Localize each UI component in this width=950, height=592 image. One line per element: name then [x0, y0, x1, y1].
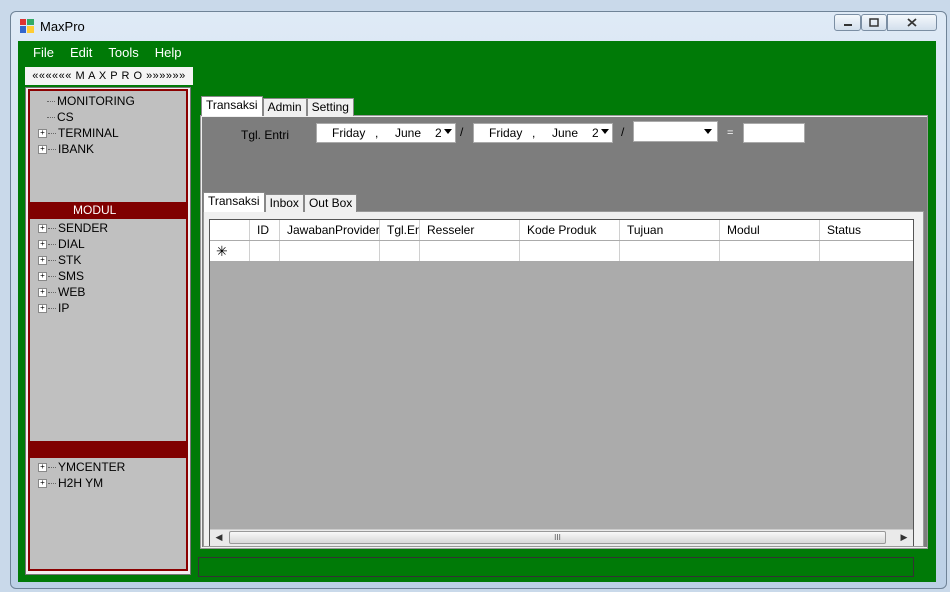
close-icon — [907, 18, 917, 27]
tree-bottom: + YMCENTER + H2H YM — [28, 458, 188, 571]
grid-new-row[interactable]: ✳ — [210, 241, 913, 262]
tree-item-terminal[interactable]: + TERMINAL — [38, 125, 119, 141]
tree-item-ip[interactable]: + IP — [38, 300, 69, 316]
menu-bar: File Edit Tools Help — [18, 44, 189, 62]
grid-header-status[interactable]: Status — [820, 220, 913, 240]
menu-tools[interactable]: Tools — [100, 44, 146, 62]
tree-item-sms[interactable]: + SMS — [38, 268, 84, 284]
maxpro-banner: «««««« M A X P R O »»»»»» — [25, 67, 193, 85]
tree-item-ymcenter[interactable]: + YMCENTER — [38, 459, 125, 475]
restore-button[interactable] — [861, 14, 887, 31]
equals-sign: = — [727, 127, 734, 139]
tree-item-web[interactable]: + WEB — [38, 284, 85, 300]
date-weekday: Friday — [489, 126, 523, 140]
expand-icon[interactable]: + — [38, 144, 47, 154]
result-field[interactable] — [743, 123, 805, 143]
expand-icon[interactable]: + — [38, 478, 47, 488]
expand-icon[interactable]: + — [38, 462, 47, 472]
grid-cell[interactable] — [720, 241, 820, 261]
expand-icon[interactable]: + — [38, 303, 47, 313]
inner-tab-strip: Transaksi Inbox Out Box — [203, 192, 358, 212]
grid-header-jawabanprovider[interactable]: JawabanProvider — [280, 220, 380, 240]
grid-cell[interactable] — [280, 241, 380, 261]
tree-item-dial[interactable]: + DIAL — [38, 236, 85, 252]
tab-transaksi[interactable]: Transaksi — [201, 96, 263, 116]
scroll-thumb[interactable]: III — [229, 531, 886, 544]
grid-cell[interactable] — [820, 241, 913, 261]
tree-item-sender[interactable]: + SENDER — [38, 220, 108, 236]
tgl-entri-label: Tgl. Entri — [241, 128, 290, 142]
slash-separator: / — [460, 125, 464, 139]
expand-icon[interactable]: + — [38, 239, 47, 249]
date-from-picker[interactable]: Friday , June 2 — [316, 123, 456, 143]
tab-inner-transaksi[interactable]: Transaksi — [203, 192, 265, 212]
slash-separator: / — [621, 125, 625, 139]
bottom-section-header — [28, 441, 188, 458]
filter-combo[interactable] — [633, 121, 718, 142]
grid-cell[interactable] — [380, 241, 420, 261]
tab-inbox[interactable]: Inbox — [264, 194, 304, 212]
menu-file[interactable]: File — [18, 44, 62, 62]
dropdown-arrow-icon[interactable] — [444, 129, 452, 134]
grid-header-tujuan[interactable]: Tujuan — [620, 220, 720, 240]
grid-header-resseler[interactable]: Resseler — [420, 220, 520, 240]
tab-outbox[interactable]: Out Box — [303, 194, 358, 212]
window-title: MaxPro — [40, 19, 85, 34]
minimize-button[interactable] — [834, 14, 861, 31]
grid-header-kodeproduk[interactable]: Kode Produk — [520, 220, 620, 240]
tree-item-cs[interactable]: CS — [38, 109, 74, 125]
tab-setting[interactable]: Setting — [306, 98, 354, 116]
date-weekday: Friday — [332, 126, 366, 140]
status-bar — [198, 557, 914, 577]
expand-icon[interactable]: + — [38, 128, 47, 138]
date-day: 2 — [592, 126, 598, 140]
expand-icon[interactable]: + — [38, 287, 47, 297]
date-month: June — [552, 126, 579, 140]
dropdown-arrow-icon[interactable] — [601, 129, 609, 134]
minimize-icon — [843, 23, 852, 26]
new-row-icon: ✳ — [210, 241, 250, 261]
tree-item-stk[interactable]: + STK — [38, 252, 81, 268]
grid-cell[interactable] — [520, 241, 620, 261]
grid-header-row: ID JawabanProvider Tgl.Entri Resseler Ko… — [210, 220, 913, 240]
app-icon — [20, 19, 34, 33]
grid-header-tglentri[interactable]: Tgl.Entri — [380, 220, 420, 240]
restore-icon — [869, 18, 879, 27]
menu-help[interactable]: Help — [147, 44, 190, 62]
modul-header: MODUL — [28, 202, 188, 219]
date-separator: , — [532, 126, 536, 140]
tree-modul: + SENDER + DIAL + STK + SMS + WEB + IP — [28, 219, 188, 441]
expand-icon[interactable]: + — [38, 271, 47, 281]
menu-edit[interactable]: Edit — [62, 44, 100, 62]
grid-cell[interactable] — [620, 241, 720, 261]
grid-header-rowselector — [210, 220, 250, 240]
tree-item-monitoring[interactable]: MONITORING — [38, 93, 135, 109]
data-grid[interactable] — [209, 219, 914, 546]
tree-top: MONITORING CS + TERMINAL + IBANK — [28, 89, 188, 202]
grid-header-id[interactable]: ID — [250, 220, 280, 240]
date-month: June — [395, 126, 422, 140]
grid-cell[interactable] — [250, 241, 280, 261]
expand-icon[interactable]: + — [38, 223, 47, 233]
close-button[interactable] — [887, 14, 937, 31]
grid-cell[interactable] — [420, 241, 520, 261]
tree-item-ibank[interactable]: + IBANK — [38, 141, 94, 157]
tree-item-h2h-ym[interactable]: + H2H YM — [38, 475, 103, 491]
outer-tab-strip: Transaksi Admin Setting — [201, 96, 354, 116]
tab-admin[interactable]: Admin — [262, 98, 307, 116]
scroll-right-icon[interactable]: ▶ — [897, 531, 911, 544]
dropdown-arrow-icon[interactable] — [704, 129, 712, 134]
date-separator: , — [375, 126, 379, 140]
expand-icon[interactable]: + — [38, 255, 47, 265]
date-to-picker[interactable]: Friday , June 2 — [473, 123, 613, 143]
scroll-left-icon[interactable]: ◀ — [212, 531, 226, 544]
grid-header-modul[interactable]: Modul — [720, 220, 820, 240]
date-day: 2 — [435, 126, 441, 140]
